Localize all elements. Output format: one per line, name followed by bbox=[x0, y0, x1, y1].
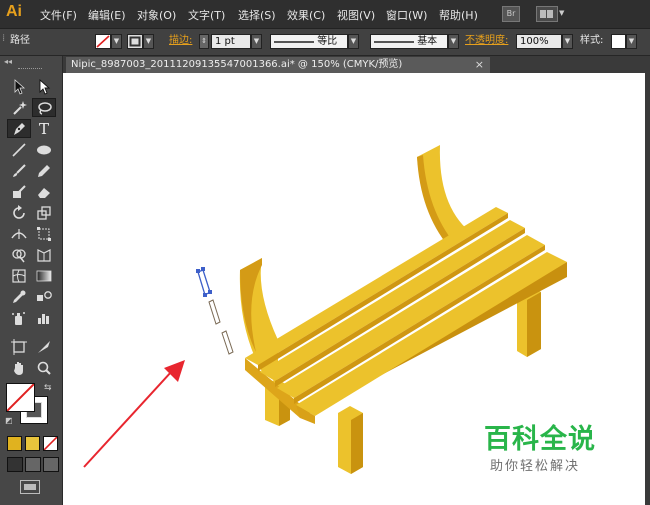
direct-selection-tool-icon[interactable] bbox=[32, 77, 56, 96]
fill-dropdown-icon[interactable]: ▼ bbox=[111, 34, 122, 49]
menu-help[interactable]: 帮助(H) bbox=[439, 7, 478, 23]
draw-normal-icon[interactable] bbox=[7, 457, 23, 472]
canvas-scrollbar[interactable] bbox=[645, 73, 650, 505]
opacity-input[interactable]: 100% bbox=[516, 34, 562, 49]
gradient-tool-icon[interactable] bbox=[32, 266, 56, 285]
menu-effect[interactable]: 效果(C) bbox=[287, 7, 325, 23]
profile-dropdown-icon[interactable]: ▼ bbox=[348, 34, 359, 49]
brush-definition[interactable]: 基本 bbox=[370, 34, 448, 49]
menu-window[interactable]: 窗口(W) bbox=[386, 7, 427, 23]
mesh-tool-icon[interactable] bbox=[7, 266, 31, 285]
perspective-grid-tool-icon[interactable] bbox=[32, 245, 56, 264]
control-bar: ⁞ 路径 ▼ ▼ 描边: ⇕ 1 pt ▼ 等比 ▼ 基本 ▼ 不透明度: 10… bbox=[0, 29, 650, 56]
width-tool-icon[interactable] bbox=[7, 224, 31, 243]
menu-type[interactable]: 文字(T) bbox=[188, 7, 225, 23]
lasso-tool-icon[interactable] bbox=[32, 98, 56, 117]
scale-tool-icon[interactable] bbox=[32, 203, 56, 222]
gradient-mode-icon[interactable] bbox=[25, 436, 40, 451]
free-transform-tool-icon[interactable] bbox=[32, 224, 56, 243]
collapse-panel-icon[interactable]: ◂◂ bbox=[4, 57, 12, 66]
ellipse-tool-icon[interactable] bbox=[32, 140, 56, 159]
stroke-dropdown-icon[interactable]: ▼ bbox=[143, 34, 154, 49]
shape-builder-tool-icon[interactable] bbox=[7, 245, 31, 264]
fill-color-box[interactable] bbox=[6, 383, 35, 412]
menu-edit[interactable]: 编辑(E) bbox=[88, 7, 126, 23]
arrange-documents-icon[interactable] bbox=[536, 6, 558, 22]
menu-select[interactable]: 选择(S) bbox=[238, 7, 276, 23]
style-label: 样式: bbox=[580, 35, 604, 46]
dash-segment-2 bbox=[208, 299, 221, 325]
zoom-tool-icon[interactable] bbox=[32, 358, 56, 377]
paintbrush-tool-icon[interactable] bbox=[7, 161, 31, 180]
document-tab-bar: Nipic_8987003_20111209135547001366.ai* @… bbox=[63, 56, 650, 73]
watermark-title: 百科全说 bbox=[484, 424, 596, 455]
brush-label: 基本 bbox=[417, 36, 438, 47]
style-dropdown-icon[interactable]: ▼ bbox=[626, 34, 637, 49]
magic-wand-tool-icon[interactable] bbox=[7, 98, 31, 117]
stroke-label[interactable]: 描边: bbox=[169, 34, 192, 49]
stroke-weight-stepper[interactable]: ⇕ bbox=[199, 34, 209, 49]
menu-file[interactable]: 文件(F) bbox=[40, 7, 77, 23]
close-tab-icon[interactable]: × bbox=[475, 57, 484, 73]
color-mode-icon[interactable] bbox=[7, 436, 22, 451]
grip-icon: ⁞ bbox=[2, 33, 6, 44]
swap-fill-stroke-icon[interactable]: ⇆ bbox=[44, 383, 52, 393]
profile-label: 等比 bbox=[317, 36, 338, 47]
chevron-down-icon[interactable]: ▼ bbox=[559, 9, 564, 17]
graphic-style-swatch[interactable] bbox=[611, 34, 626, 49]
symbol-sprayer-tool-icon[interactable] bbox=[7, 308, 31, 327]
rotate-tool-icon[interactable] bbox=[7, 203, 31, 222]
screen-mode-icon[interactable] bbox=[20, 480, 40, 494]
red-arrow-annotation bbox=[83, 360, 185, 468]
app-logo: Ai bbox=[6, 3, 22, 20]
panel-grip bbox=[18, 68, 42, 71]
selected-path[interactable] bbox=[196, 267, 212, 297]
dash-segment-3 bbox=[221, 330, 234, 355]
stroke-weight-input[interactable]: 1 pt bbox=[211, 34, 251, 49]
pencil-tool-icon[interactable] bbox=[32, 161, 56, 180]
menu-object[interactable]: 对象(O) bbox=[137, 7, 176, 23]
document-title: Nipic_8987003_20111209135547001366.ai* @… bbox=[71, 59, 403, 70]
menu-view[interactable]: 视图(V) bbox=[337, 7, 375, 23]
draw-behind-icon[interactable] bbox=[25, 457, 41, 472]
stroke-swatch[interactable] bbox=[127, 34, 143, 49]
blob-brush-tool-icon[interactable] bbox=[7, 182, 31, 201]
brush-dropdown-icon[interactable]: ▼ bbox=[448, 34, 459, 49]
stroke-weight-dropdown-icon[interactable]: ▼ bbox=[251, 34, 262, 49]
eyedropper-tool-icon[interactable] bbox=[7, 287, 31, 306]
default-colors-icon[interactable]: ◩ bbox=[5, 416, 13, 425]
slice-tool-icon[interactable] bbox=[32, 337, 56, 356]
fill-swatch[interactable] bbox=[95, 34, 111, 49]
eraser-tool-icon[interactable] bbox=[32, 182, 56, 201]
selection-tool-icon[interactable] bbox=[7, 77, 31, 96]
hand-tool-icon[interactable] bbox=[7, 358, 31, 377]
document-tab[interactable]: Nipic_8987003_20111209135547001366.ai* @… bbox=[66, 57, 490, 73]
artboard-tool-icon[interactable] bbox=[7, 337, 31, 356]
none-mode-icon[interactable] bbox=[43, 436, 58, 451]
opacity-label[interactable]: 不透明度: bbox=[465, 34, 508, 49]
opacity-dropdown-icon[interactable]: ▼ bbox=[562, 34, 573, 49]
blend-tool-icon[interactable] bbox=[32, 287, 56, 306]
watermark-subtitle: 助你轻松解决 bbox=[490, 459, 581, 474]
menu-bar: Ai 文件(F) 编辑(E) 对象(O) 文字(T) 选择(S) 效果(C) 视… bbox=[0, 0, 650, 29]
draw-inside-icon[interactable] bbox=[43, 457, 59, 472]
variable-width-profile[interactable]: 等比 bbox=[270, 34, 348, 49]
bridge-icon[interactable]: Br bbox=[502, 6, 520, 22]
tools-panel: ◂◂ T ⇆ ◩ bbox=[0, 56, 63, 505]
line-segment-tool-icon[interactable] bbox=[7, 140, 31, 159]
type-tool-icon[interactable]: T bbox=[32, 119, 56, 138]
pen-tool-icon[interactable] bbox=[7, 119, 31, 138]
selection-type-label: 路径 bbox=[10, 35, 30, 46]
column-graph-tool-icon[interactable] bbox=[32, 308, 56, 327]
